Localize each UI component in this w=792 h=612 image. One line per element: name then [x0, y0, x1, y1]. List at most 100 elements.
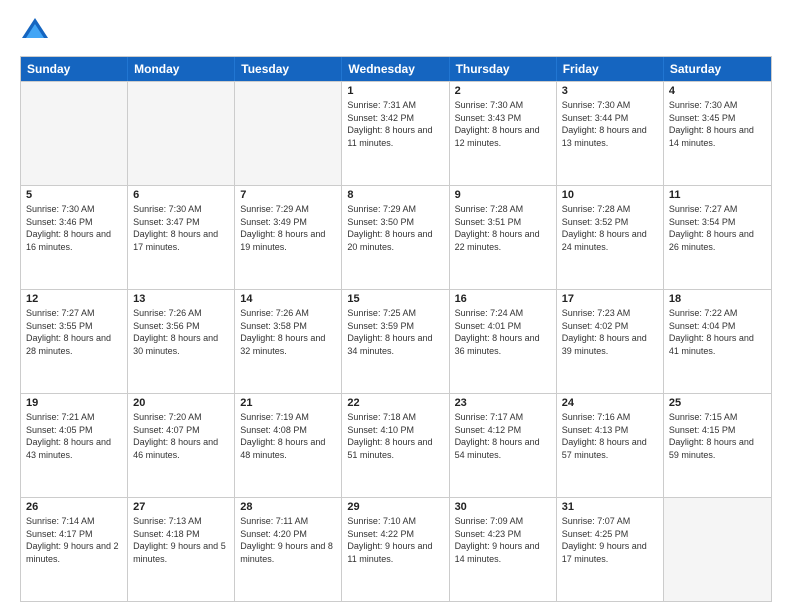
day-number: 5 [26, 189, 122, 201]
day-cell-8: 8 Sunrise: 7:29 AMSunset: 3:50 PMDaylight… [342, 186, 449, 289]
day-info: Sunrise: 7:30 AMSunset: 3:46 PMDaylight:… [26, 203, 122, 253]
day-number: 12 [26, 293, 122, 305]
calendar-row-5: 26 Sunrise: 7:14 AMSunset: 4:17 PMDayligh… [21, 497, 771, 601]
day-number: 20 [133, 397, 229, 409]
day-number: 30 [455, 501, 551, 513]
header [20, 16, 772, 46]
day-info: Sunrise: 7:30 AMSunset: 3:47 PMDaylight:… [133, 203, 229, 253]
day-cell-25: 25 Sunrise: 7:15 AMSunset: 4:15 PMDayligh… [664, 394, 771, 497]
weekday-header-thursday: Thursday [450, 57, 557, 81]
day-number: 27 [133, 501, 229, 513]
day-cell-11: 11 Sunrise: 7:27 AMSunset: 3:54 PMDayligh… [664, 186, 771, 289]
calendar-row-2: 5 Sunrise: 7:30 AMSunset: 3:46 PMDaylight… [21, 185, 771, 289]
day-number: 1 [347, 85, 443, 97]
day-cell-10: 10 Sunrise: 7:28 AMSunset: 3:52 PMDayligh… [557, 186, 664, 289]
day-info: Sunrise: 7:14 AMSunset: 4:17 PMDaylight:… [26, 515, 122, 565]
day-info: Sunrise: 7:07 AMSunset: 4:25 PMDaylight:… [562, 515, 658, 565]
day-cell-15: 15 Sunrise: 7:25 AMSunset: 3:59 PMDayligh… [342, 290, 449, 393]
day-info: Sunrise: 7:27 AMSunset: 3:55 PMDaylight:… [26, 307, 122, 357]
day-number: 31 [562, 501, 658, 513]
day-info: Sunrise: 7:13 AMSunset: 4:18 PMDaylight:… [133, 515, 229, 565]
day-info: Sunrise: 7:19 AMSunset: 4:08 PMDaylight:… [240, 411, 336, 461]
day-cell-12: 12 Sunrise: 7:27 AMSunset: 3:55 PMDayligh… [21, 290, 128, 393]
calendar-header: SundayMondayTuesdayWednesdayThursdayFrid… [21, 57, 771, 81]
day-cell-21: 21 Sunrise: 7:19 AMSunset: 4:08 PMDayligh… [235, 394, 342, 497]
day-number: 23 [455, 397, 551, 409]
calendar-row-4: 19 Sunrise: 7:21 AMSunset: 4:05 PMDayligh… [21, 393, 771, 497]
day-info: Sunrise: 7:26 AMSunset: 3:58 PMDaylight:… [240, 307, 336, 357]
day-number: 21 [240, 397, 336, 409]
day-info: Sunrise: 7:30 AMSunset: 3:45 PMDaylight:… [669, 99, 766, 149]
weekday-header-sunday: Sunday [21, 57, 128, 81]
day-cell-22: 22Sunrise: 7:18 AMSunset: 4:10 PMDayligh… [342, 394, 449, 497]
weekday-header-saturday: Saturday [664, 57, 771, 81]
day-cell-1: 1Sunrise: 7:31 AMSunset: 3:42 PMDaylight… [342, 82, 449, 185]
day-number: 15 [347, 293, 443, 305]
day-info: Sunrise: 7:29 AMSunset: 3:50 PMDaylight:… [347, 203, 443, 253]
day-info: Sunrise: 7:23 AMSunset: 4:02 PMDaylight:… [562, 307, 658, 357]
day-cell-20: 20 Sunrise: 7:20 AMSunset: 4:07 PMDayligh… [128, 394, 235, 497]
day-number: 9 [455, 189, 551, 201]
day-cell-27: 27 Sunrise: 7:13 AMSunset: 4:18 PMDayligh… [128, 498, 235, 601]
day-info: Sunrise: 7:11 AMSunset: 4:20 PMDaylight:… [240, 515, 336, 565]
day-number: 19 [26, 397, 122, 409]
day-info: Sunrise: 7:15 AMSunset: 4:15 PMDaylight:… [669, 411, 766, 461]
day-number: 6 [133, 189, 229, 201]
day-cell-9: 9 Sunrise: 7:28 AMSunset: 3:51 PMDaylight… [450, 186, 557, 289]
day-cell-6: 6 Sunrise: 7:30 AMSunset: 3:47 PMDaylight… [128, 186, 235, 289]
day-cell-3: 3 Sunrise: 7:30 AMSunset: 3:44 PMDaylight… [557, 82, 664, 185]
day-cell-7: 7Sunrise: 7:29 AMSunset: 3:49 PMDaylight… [235, 186, 342, 289]
day-info: Sunrise: 7:20 AMSunset: 4:07 PMDaylight:… [133, 411, 229, 461]
calendar-row-3: 12 Sunrise: 7:27 AMSunset: 3:55 PMDayligh… [21, 289, 771, 393]
day-number: 16 [455, 293, 551, 305]
day-cell-31: 31 Sunrise: 7:07 AMSunset: 4:25 PMDayligh… [557, 498, 664, 601]
day-number: 25 [669, 397, 766, 409]
calendar-body: 1Sunrise: 7:31 AMSunset: 3:42 PMDaylight… [21, 81, 771, 601]
day-number: 22 [347, 397, 443, 409]
day-number: 18 [669, 293, 766, 305]
weekday-header-tuesday: Tuesday [235, 57, 342, 81]
day-info: Sunrise: 7:22 AMSunset: 4:04 PMDaylight:… [669, 307, 766, 357]
day-number: 3 [562, 85, 658, 97]
day-info: Sunrise: 7:10 AMSunset: 4:22 PMDaylight:… [347, 515, 443, 565]
day-cell-26: 26 Sunrise: 7:14 AMSunset: 4:17 PMDayligh… [21, 498, 128, 601]
day-cell-4: 4Sunrise: 7:30 AMSunset: 3:45 PMDaylight… [664, 82, 771, 185]
day-number: 17 [562, 293, 658, 305]
weekday-header-friday: Friday [557, 57, 664, 81]
day-cell-16: 16Sunrise: 7:24 AMSunset: 4:01 PMDayligh… [450, 290, 557, 393]
day-number: 24 [562, 397, 658, 409]
day-cell-2: 2Sunrise: 7:30 AMSunset: 3:43 PMDaylight… [450, 82, 557, 185]
day-cell-19: 19 Sunrise: 7:21 AMSunset: 4:05 PMDayligh… [21, 394, 128, 497]
day-info: Sunrise: 7:16 AMSunset: 4:13 PMDaylight:… [562, 411, 658, 461]
logo [20, 16, 54, 46]
day-cell-13: 13 Sunrise: 7:26 AMSunset: 3:56 PMDayligh… [128, 290, 235, 393]
day-cell-23: 23Sunrise: 7:17 AMSunset: 4:12 PMDayligh… [450, 394, 557, 497]
day-number: 10 [562, 189, 658, 201]
day-info: Sunrise: 7:25 AMSunset: 3:59 PMDaylight:… [347, 307, 443, 357]
day-info: Sunrise: 7:30 AMSunset: 3:43 PMDaylight:… [455, 99, 551, 149]
weekday-header-wednesday: Wednesday [342, 57, 449, 81]
day-cell-30: 30 Sunrise: 7:09 AMSunset: 4:23 PMDayligh… [450, 498, 557, 601]
day-info: Sunrise: 7:28 AMSunset: 3:52 PMDaylight:… [562, 203, 658, 253]
day-info: Sunrise: 7:28 AMSunset: 3:51 PMDaylight:… [455, 203, 551, 253]
day-cell-5: 5 Sunrise: 7:30 AMSunset: 3:46 PMDaylight… [21, 186, 128, 289]
day-number: 8 [347, 189, 443, 201]
day-info: Sunrise: 7:09 AMSunset: 4:23 PMDaylight:… [455, 515, 551, 565]
day-info: Sunrise: 7:21 AMSunset: 4:05 PMDaylight:… [26, 411, 122, 461]
empty-cell [128, 82, 235, 185]
empty-cell [664, 498, 771, 601]
weekday-header-monday: Monday [128, 57, 235, 81]
day-cell-14: 14Sunrise: 7:26 AMSunset: 3:58 PMDayligh… [235, 290, 342, 393]
day-info: Sunrise: 7:30 AMSunset: 3:44 PMDaylight:… [562, 99, 658, 149]
day-number: 13 [133, 293, 229, 305]
day-number: 29 [347, 501, 443, 513]
day-info: Sunrise: 7:27 AMSunset: 3:54 PMDaylight:… [669, 203, 766, 253]
empty-cell [21, 82, 128, 185]
day-number: 11 [669, 189, 766, 201]
calendar: SundayMondayTuesdayWednesdayThursdayFrid… [20, 56, 772, 602]
day-number: 26 [26, 501, 122, 513]
day-info: Sunrise: 7:26 AMSunset: 3:56 PMDaylight:… [133, 307, 229, 357]
calendar-row-1: 1Sunrise: 7:31 AMSunset: 3:42 PMDaylight… [21, 81, 771, 185]
day-cell-18: 18 Sunrise: 7:22 AMSunset: 4:04 PMDayligh… [664, 290, 771, 393]
empty-cell [235, 82, 342, 185]
